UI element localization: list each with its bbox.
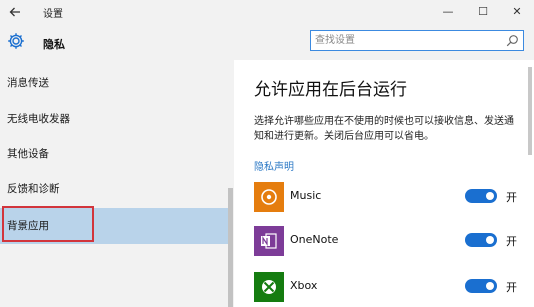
toggle-state-label: 开 <box>506 281 517 294</box>
toggle-knob <box>486 236 494 244</box>
toggle-state-label: 开 <box>506 191 517 204</box>
search-icon[interactable] <box>506 34 519 47</box>
onenote-tile <box>254 226 284 256</box>
arrow-left-icon <box>9 7 20 17</box>
section-description: 选择允许哪些应用在不使用的时候也可以接收信息、发送通知和进行更新。关闭后台应用可… <box>254 116 514 142</box>
search-box[interactable] <box>310 30 524 51</box>
onenote-icon <box>261 233 277 249</box>
app-row-xbox: Xbox 开 <box>254 272 524 302</box>
xbox-toggle[interactable] <box>465 279 497 293</box>
content-scrollbar[interactable] <box>528 67 532 155</box>
minimize-button[interactable]: — <box>431 0 465 24</box>
xbox-tile <box>254 272 284 302</box>
maximize-button[interactable]: ☐ <box>466 0 500 24</box>
page-title: 隐私 <box>43 38 65 51</box>
xbox-icon <box>262 280 276 294</box>
app-row-music: Music 开 <box>254 182 524 212</box>
toggle-state-label: 开 <box>506 235 517 248</box>
app-name: Music <box>290 189 322 202</box>
sidebar: 消息传送 无线电收发器 其他设备 反馈和诊断 背景应用 <box>0 60 234 307</box>
search-input[interactable] <box>315 32 503 49</box>
app-name: Xbox <box>290 279 318 292</box>
sidebar-scrollbar[interactable] <box>228 188 233 307</box>
music-disc-icon <box>261 189 277 205</box>
privacy-statement-link[interactable]: 隐私声明 <box>254 158 294 173</box>
app-row-onenote: OneNote 开 <box>254 226 524 256</box>
music-toggle[interactable] <box>465 189 497 203</box>
section-heading: 允许应用在后台运行 <box>254 80 407 100</box>
sidebar-item-feedback[interactable]: 反馈和诊断 <box>0 173 228 205</box>
sidebar-item-other-devices[interactable]: 其他设备 <box>0 138 228 170</box>
sidebar-item-radios[interactable]: 无线电收发器 <box>0 103 228 135</box>
selection-highlight-box <box>2 206 94 242</box>
window-title: 设置 <box>43 9 63 20</box>
music-tile <box>254 182 284 212</box>
close-button[interactable]: ✕ <box>500 0 534 24</box>
toggle-knob <box>486 192 494 200</box>
gear-icon <box>8 33 24 49</box>
sidebar-item-messaging[interactable]: 消息传送 <box>0 67 228 99</box>
onenote-toggle[interactable] <box>465 233 497 247</box>
app-name: OneNote <box>290 233 339 246</box>
toggle-knob <box>486 282 494 290</box>
back-button[interactable] <box>6 3 24 21</box>
